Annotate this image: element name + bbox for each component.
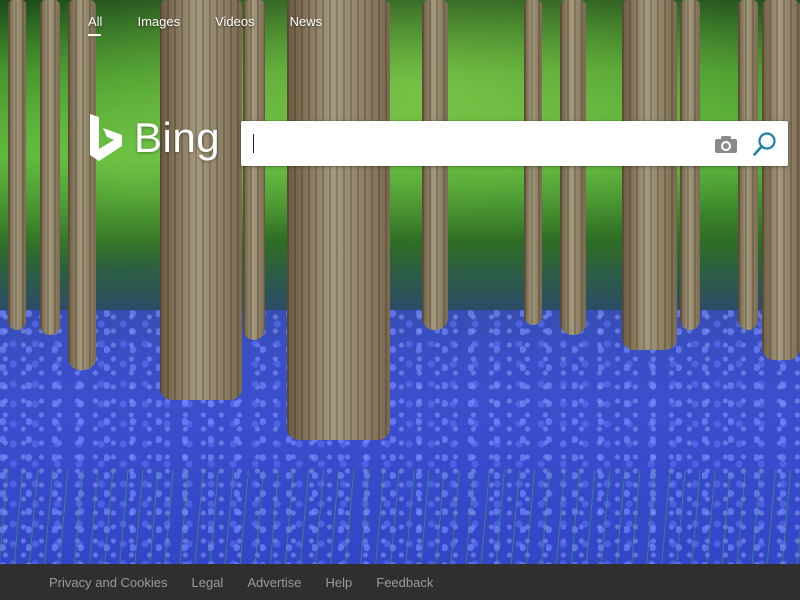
background-image <box>0 0 800 600</box>
footer-link-feedback[interactable]: Feedback <box>376 575 433 590</box>
footer-link-legal[interactable]: Legal <box>192 575 224 590</box>
nav-images[interactable]: Images <box>137 14 180 36</box>
tree-trunk <box>8 0 26 330</box>
tree-trunk <box>160 0 242 400</box>
footer-link-help[interactable]: Help <box>326 575 353 590</box>
tree-trunk <box>560 0 586 335</box>
grass-blades <box>0 470 800 564</box>
search-icon[interactable] <box>750 129 780 159</box>
tree-trunk <box>762 0 800 360</box>
text-caret <box>253 134 254 153</box>
footer-link-advertise[interactable]: Advertise <box>247 575 301 590</box>
tree-trunk <box>622 0 677 350</box>
nav-news[interactable]: News <box>290 14 323 36</box>
tree-trunk <box>287 0 390 440</box>
search-box <box>241 121 788 166</box>
tree-trunk <box>68 0 96 370</box>
bing-logo[interactable]: Bing <box>88 112 220 164</box>
footer: Privacy and Cookies Legal Advertise Help… <box>0 564 800 600</box>
nav-all[interactable]: All <box>88 14 102 36</box>
top-nav: All Images Videos News <box>88 14 357 36</box>
search-input[interactable] <box>241 121 712 166</box>
nav-videos[interactable]: Videos <box>215 14 255 36</box>
camera-icon[interactable] <box>712 130 740 158</box>
logo-text: Bing <box>134 114 221 161</box>
tree-trunk <box>40 0 60 335</box>
tree-trunk <box>243 0 265 340</box>
bing-b-icon <box>90 114 122 161</box>
footer-link-privacy[interactable]: Privacy and Cookies <box>49 575 168 590</box>
